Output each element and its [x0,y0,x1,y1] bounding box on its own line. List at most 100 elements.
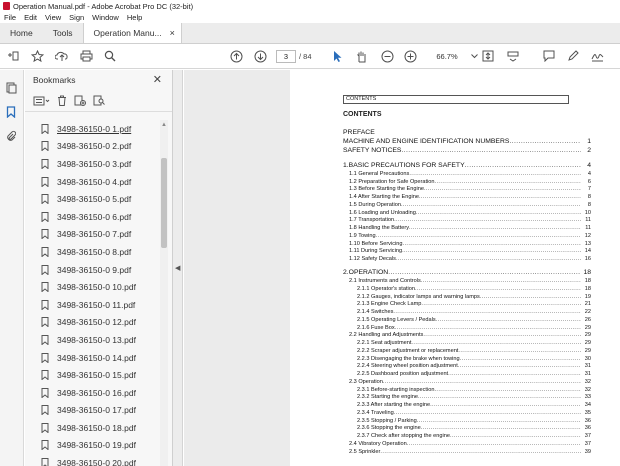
bookmark-item[interactable]: 3498-36150-0 4.pdf [25,173,165,191]
toc-entry[interactable]: 1.6 Loading and Unloading...............… [349,210,591,216]
toc-entry[interactable]: SAFETY NOTICES..........................… [343,147,591,155]
bookmark-item[interactable]: 3498-36150-0 1.pdf [25,120,165,138]
toc-entry[interactable]: 2.3.3 After starting the engine.........… [357,402,591,408]
page-thumbnails-icon[interactable] [6,82,18,94]
print-icon[interactable] [79,48,93,64]
toc-entry[interactable]: 1.4 After Starting the Engine...........… [349,194,591,200]
toc-entry[interactable]: 1.5 During Operation....................… [349,202,591,208]
menu-view[interactable]: View [45,13,61,22]
menu-edit[interactable]: Edit [24,13,37,22]
close-tab-icon[interactable]: × [170,28,175,38]
bookmark-item[interactable]: 3498-36150-0 11.pdf [25,296,165,314]
toc-entry[interactable]: 2.2 Handling and Adjustments............… [349,332,591,338]
bookmark-item[interactable]: 3498-36150-0 20.pdf [25,454,165,466]
bookmark-item[interactable]: 3498-36150-0 3.pdf [25,155,165,173]
select-cursor-icon[interactable] [331,48,343,64]
bookmark-item[interactable]: 3498-36150-0 19.pdf [25,437,165,455]
tab-document[interactable]: Operation Manu... × [82,23,182,43]
bookmark-item[interactable]: 3498-36150-0 8.pdf [25,243,165,261]
bookmark-item[interactable]: 3498-36150-0 16.pdf [25,384,165,402]
panel-collapse-strip[interactable]: ◀ [173,70,183,466]
toc-entry[interactable]: 1.3 Before Starting the Engine..........… [349,186,591,192]
toc-entry[interactable]: 2.2.4 Steering wheel position adjustment… [357,363,591,369]
bookmark-item[interactable]: 3498-36150-0 18.pdf [25,419,165,437]
toc-entry[interactable]: 2.3.1 Before-starting inspection........… [357,387,591,393]
toc-entry[interactable]: 2.1.6 Fuse Box..........................… [357,325,591,331]
toc-entry[interactable]: 2.1.5 Operating Levers / Pedals.........… [357,317,591,323]
find-bookmark-icon[interactable] [93,95,105,106]
toc-entry[interactable]: 2.1.3 Engine Check Lamp.................… [357,301,591,307]
options-menu-icon[interactable] [33,96,50,106]
zoom-level[interactable]: 66.7% [426,50,468,63]
toc-entry[interactable]: 2.3 Operation...........................… [349,379,591,385]
comment-icon[interactable] [542,48,556,64]
menu-sign[interactable]: Sign [69,13,84,22]
menu-window[interactable]: Window [92,13,119,22]
zoom-in-icon[interactable] [403,48,417,64]
hand-tool-icon[interactable] [355,48,367,64]
star-icon[interactable] [30,48,44,64]
toc-entry[interactable]: 2.1.1 Operator's station................… [357,286,591,292]
bookmark-item[interactable]: 3498-36150-0 10.pdf [25,278,165,296]
bookmark-item[interactable]: 3498-36150-0 14.pdf [25,349,165,367]
toc-entry[interactable]: 2.3.4 Traveling.........................… [357,410,591,416]
toc-entry[interactable]: 1.1 General Precautions.................… [349,171,591,177]
bookmark-item[interactable]: 3498-36150-0 15.pdf [25,366,165,384]
fit-page-icon[interactable] [481,48,495,64]
toc-entry[interactable]: 2.3.6 Stopping the engine...............… [357,425,591,431]
attachments-paperclip-icon[interactable] [6,130,18,142]
bookmark-item[interactable]: 3498-36150-0 5.pdf [25,190,165,208]
tab-tools[interactable]: Tools [43,23,83,43]
toc-entry[interactable]: 1.7 Transportation......................… [349,217,591,223]
toc-entry[interactable]: 2.3.5 Stopping / Parking................… [357,418,591,424]
bookmark-item[interactable]: 3498-36150-0 6.pdf [25,208,165,226]
toc-entry[interactable]: 2.3.2 Starting the engine...............… [357,394,591,400]
scroll-up-icon[interactable]: ▲ [161,122,167,128]
toc-entry[interactable]: 1.10 Before Servicing...................… [349,241,591,247]
scrollbar-thumb[interactable] [161,158,167,248]
toc-entry[interactable]: 2.1.2 Gauges, indicator lamps and warnin… [357,294,591,300]
toc-entry[interactable]: 1.8 Handling the Battery................… [349,225,591,231]
zoom-out-icon[interactable] [380,48,394,64]
toc-entry[interactable]: 1.11 During Servicing...................… [349,248,591,254]
close-icon[interactable]: ✕ [153,73,162,86]
bookmark-item[interactable]: 3498-36150-0 17.pdf [25,402,165,420]
sign-icon[interactable] [590,48,604,64]
toc-entry[interactable]: 2.OPERATION.............................… [343,269,591,277]
upload-cloud-icon[interactable] [55,48,69,64]
next-page-icon[interactable] [253,48,267,64]
toc-entry[interactable]: 1.BASIC PRECAUTIONS FOR SAFETY..........… [343,162,591,170]
highlight-pen-icon[interactable] [566,48,580,64]
collapse-arrow-icon[interactable]: ◀ [175,264,180,272]
toc-entry[interactable]: 2.2.3 Disengaging the brake when towing.… [357,356,591,362]
toc-entry[interactable]: 2.2.1 Seat adjustment...................… [357,340,591,346]
bookmark-item[interactable]: 3498-36150-0 13.pdf [25,331,165,349]
previous-page-icon[interactable] [229,48,243,64]
toc-entry[interactable]: 2.3.7 Check after stopping the engine...… [357,433,591,439]
toc-entry[interactable]: 2.4 Vibratory Operation.................… [349,441,591,447]
toc-entry[interactable]: 2.2.5 Dashboard position adjustment.....… [357,371,591,377]
new-bookmark-icon[interactable] [74,95,86,106]
bookmark-add-icon[interactable] [6,48,20,64]
bookmarks-panel-icon[interactable] [6,106,18,119]
chevron-down-icon[interactable] [469,48,479,64]
tab-home[interactable]: Home [0,23,43,43]
search-icon[interactable] [103,48,117,64]
delete-trash-icon[interactable] [57,95,67,106]
bookmark-item[interactable]: 3498-36150-0 7.pdf [25,226,165,244]
toc-entry[interactable]: 1.2 Preparation for Safe Operation......… [349,179,591,185]
bookmarks-scrollbar[interactable]: ▲ [160,120,168,466]
menu-file[interactable]: File [4,13,16,22]
toc-entry[interactable]: 2.1 Instruments and Controls............… [349,278,591,284]
bookmark-item[interactable]: 3498-36150-0 9.pdf [25,261,165,279]
toc-entry[interactable]: 1.12 Safety Decals......................… [349,256,591,262]
toc-entry[interactable]: MACHINE AND ENGINE IDENTIFICATION NUMBER… [343,138,591,146]
bookmark-item[interactable]: 3498-36150-0 2.pdf [25,138,165,156]
bookmark-item[interactable]: 3498-36150-0 12.pdf [25,314,165,332]
toc-entry[interactable]: 1.9 Towing..............................… [349,233,591,239]
scroll-mode-icon[interactable] [506,48,520,64]
toc-entry[interactable]: 2.1.4 Switches..........................… [357,309,591,315]
page-number-input[interactable]: 3 [276,50,296,63]
toc-entry[interactable]: 2.5 Sprinkler...........................… [349,449,591,455]
menu-help[interactable]: Help [127,13,142,22]
